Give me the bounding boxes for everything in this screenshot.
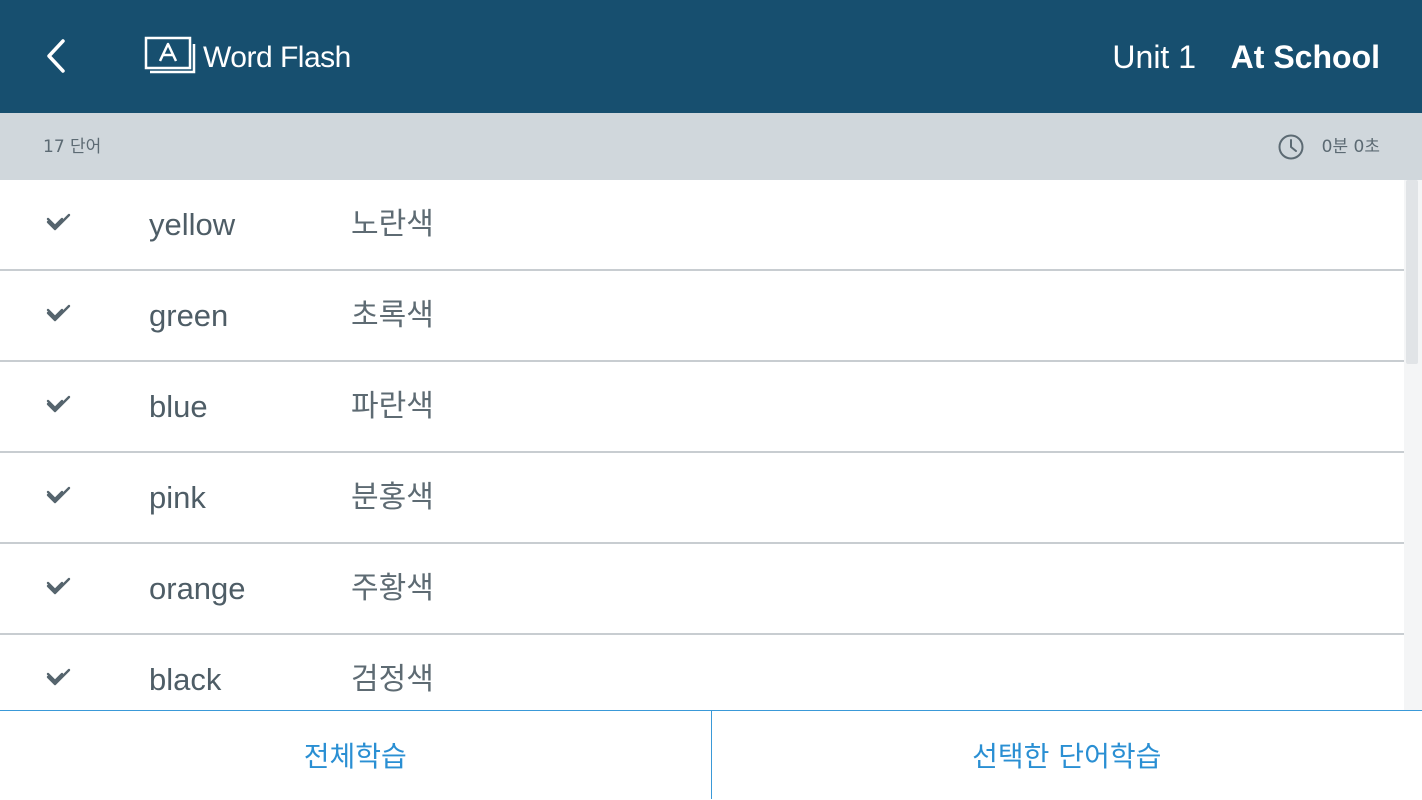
chevron-left-icon: [47, 39, 65, 73]
double-check-icon[interactable]: [45, 576, 73, 598]
word-text: black: [149, 662, 222, 697]
word-meaning: 초록색: [351, 298, 434, 333]
bottom-action-bar: 전체학습 선택한 단어학습: [0, 710, 1422, 800]
study-selected-button[interactable]: 선택한 단어학습: [712, 711, 1422, 799]
scrollbar[interactable]: [1404, 180, 1422, 710]
header-bar: Word Flash Unit 1 At School: [0, 0, 1422, 113]
list-item[interactable]: blue 파란색: [0, 362, 1404, 453]
word-text: yellow: [149, 207, 236, 242]
word-meaning: 분홍색: [351, 480, 434, 515]
word-meaning: 노란색: [351, 207, 434, 242]
word-text: green: [149, 298, 229, 333]
back-button[interactable]: [30, 30, 82, 82]
word-list[interactable]: yellow 노란색 green 초록색 blue 파란색 pink 분홍색 o…: [0, 180, 1404, 710]
list-item[interactable]: yellow 노란색: [0, 180, 1404, 271]
double-check-icon[interactable]: [45, 394, 73, 416]
unit-title: At School: [1230, 39, 1380, 75]
word-flash-app: Word Flash Unit 1 At School 17 단어 0분 0초 …: [0, 0, 1422, 800]
double-check-icon[interactable]: [45, 212, 73, 234]
word-meaning: 파란색: [351, 389, 434, 424]
list-item[interactable]: green 초록색: [0, 271, 1404, 362]
word-text: blue: [149, 389, 208, 424]
flashcard-icon: [144, 36, 196, 74]
clock-icon: [1278, 134, 1304, 160]
info-bar: 17 단어 0분 0초: [0, 113, 1422, 180]
scrollbar-thumb[interactable]: [1406, 180, 1418, 364]
timer-text: 0분 0초: [1321, 137, 1380, 157]
unit-label: Unit 1: [1112, 39, 1196, 75]
word-meaning: 주황색: [351, 571, 434, 606]
double-check-icon[interactable]: [45, 667, 73, 689]
list-item[interactable]: black 검정색: [0, 635, 1404, 710]
word-meaning: 검정색: [351, 662, 434, 697]
list-item[interactable]: pink 분홍색: [0, 453, 1404, 544]
list-item[interactable]: orange 주황색: [0, 544, 1404, 635]
study-all-button[interactable]: 전체학습: [0, 711, 712, 799]
word-text: pink: [149, 480, 206, 515]
word-count: 17 단어: [43, 137, 102, 157]
double-check-icon[interactable]: [45, 303, 73, 325]
word-text: orange: [149, 571, 246, 606]
double-check-icon[interactable]: [45, 485, 73, 507]
app-title: Word Flash: [203, 41, 351, 74]
